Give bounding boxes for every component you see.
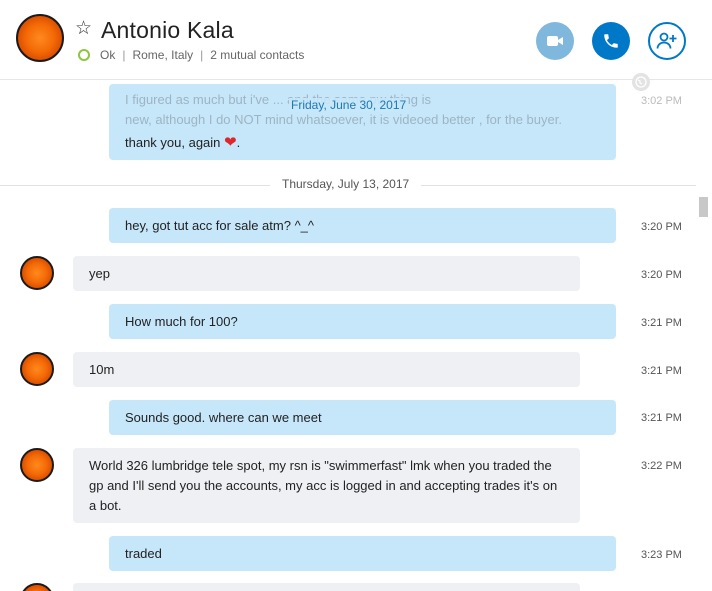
date-divider-label: Thursday, July 13, 2017 bbox=[270, 177, 422, 191]
message-text: traded bbox=[125, 545, 162, 561]
chat-header: ☆ Antonio Kala Ok | Rome, Italy | 2 mutu… bbox=[0, 0, 712, 80]
message-text: 10m bbox=[89, 361, 115, 377]
message-time: 3:22 PM bbox=[641, 460, 682, 472]
message-time: 3:02 PM bbox=[641, 95, 682, 107]
message-bubble-incoming[interactable]: yep bbox=[73, 256, 580, 291]
message-text: thank you, again ❤. bbox=[125, 134, 241, 151]
message-time: 3:21 PM bbox=[641, 412, 682, 424]
separator: | bbox=[122, 48, 126, 62]
message-time: 3:21 PM bbox=[641, 317, 682, 329]
floating-date-label: Friday, June 30, 2017 bbox=[289, 98, 409, 112]
message-bubble-incoming[interactable] bbox=[73, 583, 580, 591]
mutual-contacts-text[interactable]: 2 mutual contacts bbox=[210, 48, 304, 62]
message-time: 3:20 PM bbox=[641, 269, 682, 281]
message-bubble-incoming[interactable]: 10m bbox=[73, 352, 580, 387]
message-text: Sounds good. where can we meet bbox=[125, 409, 322, 425]
message-text: hey, got tut acc for sale atm? ^_^ bbox=[125, 217, 314, 233]
sender-avatar[interactable] bbox=[20, 256, 54, 290]
message-bubble-outgoing[interactable]: hey, got tut acc for sale atm? ^_^ bbox=[109, 208, 616, 243]
message-text: How much for 100? bbox=[125, 313, 238, 329]
add-person-icon bbox=[656, 32, 677, 49]
message-bubble-outgoing[interactable]: How much for 100? bbox=[109, 304, 616, 339]
contact-name[interactable]: Antonio Kala bbox=[101, 17, 234, 44]
message-text-part: thank you, again bbox=[125, 135, 221, 150]
location-text: Rome, Italy bbox=[132, 48, 194, 62]
video-camera-icon bbox=[547, 36, 563, 46]
message-time: 3:23 PM bbox=[641, 549, 682, 561]
audio-call-button[interactable] bbox=[592, 22, 630, 60]
message-bubble-outgoing[interactable]: Sounds good. where can we meet bbox=[109, 400, 616, 435]
contact-avatar[interactable] bbox=[16, 14, 64, 62]
message-text: yep bbox=[89, 265, 110, 281]
faded-message-text: new, although I do NOT mind whatsoever, … bbox=[125, 112, 562, 127]
sender-avatar[interactable] bbox=[20, 448, 54, 482]
favorite-star-icon[interactable]: ☆ bbox=[75, 19, 92, 38]
message-bubble-incoming[interactable]: World 326 lumbridge tele spot, my rsn is… bbox=[73, 448, 580, 523]
message-bubble-outgoing[interactable]: traded bbox=[109, 536, 616, 571]
message-time: 3:20 PM bbox=[641, 221, 682, 233]
heart-emoji-icon: ❤ bbox=[224, 134, 237, 151]
scrollbar-thumb[interactable] bbox=[699, 197, 708, 217]
phone-icon bbox=[604, 34, 618, 48]
separator: | bbox=[200, 48, 204, 62]
chat-scrollbar[interactable] bbox=[696, 80, 712, 591]
globe-icon[interactable] bbox=[632, 73, 650, 91]
add-people-button[interactable] bbox=[648, 22, 686, 60]
sender-avatar[interactable] bbox=[20, 583, 54, 591]
message-text: World 326 lumbridge tele spot, my rsn is… bbox=[89, 458, 558, 513]
status-text: Ok bbox=[100, 48, 116, 62]
sender-avatar[interactable] bbox=[20, 352, 54, 386]
message-time: 3:21 PM bbox=[641, 365, 682, 377]
video-call-button[interactable] bbox=[536, 22, 574, 60]
contact-status-row: Ok | Rome, Italy | 2 mutual contacts bbox=[78, 48, 304, 62]
status-indicator-icon bbox=[78, 49, 90, 61]
